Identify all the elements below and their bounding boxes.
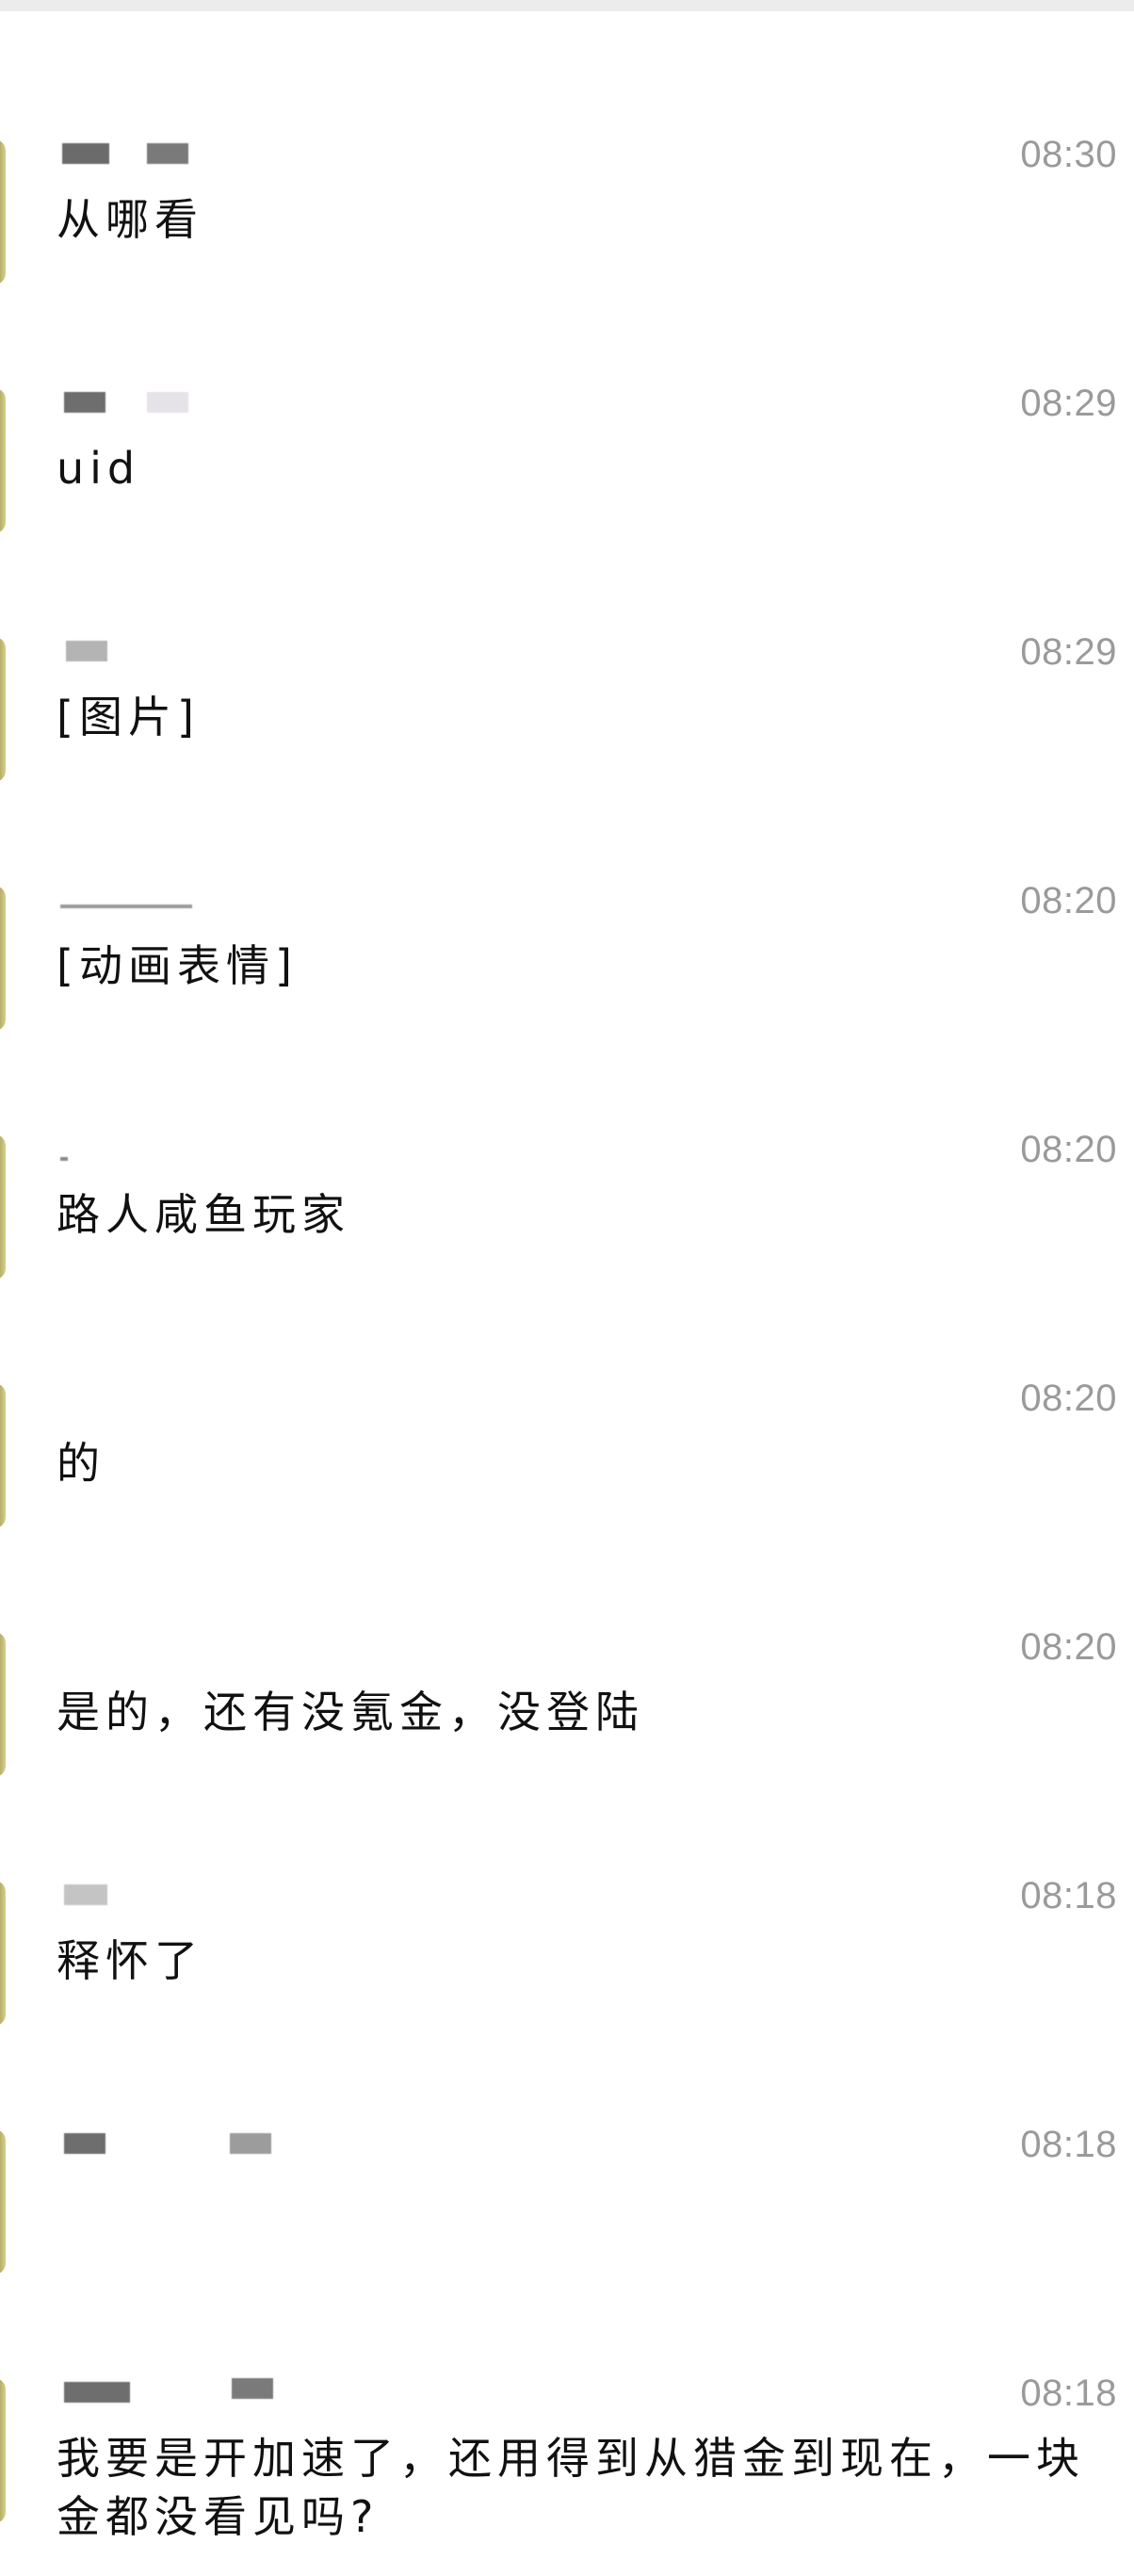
chat-item[interactable]: 08:20 路人咸鱼玩家 [0, 1006, 1134, 1280]
message-time: 08:18 [1020, 2372, 1117, 2414]
message-preview: [图片] [57, 692, 200, 742]
message-time: 08:20 [1020, 1626, 1117, 1668]
message-preview: [动画表情] [57, 940, 298, 991]
chat-item[interactable]: 08:29 uid [0, 260, 1134, 533]
sender-name-redacted [57, 1636, 226, 1658]
chat-item[interactable]: 08:30 从哪看 [0, 11, 1134, 285]
message-preview: 从哪看 [57, 194, 203, 245]
message-time: 08:18 [1020, 2124, 1117, 2165]
message-preview: 路人咸鱼玩家 [57, 1189, 350, 1240]
sender-name-redacted [57, 143, 226, 166]
message-preview: 的 [57, 1438, 105, 1489]
sender-name-redacted [57, 2378, 273, 2405]
message-time: 08:30 [1020, 134, 1117, 175]
message-preview: 释怀了 [57, 1935, 203, 1986]
message-preview: 是的，还有没氪金，没登陆 [57, 1687, 644, 1737]
message-time: 08:29 [1020, 383, 1117, 424]
message-time: 08:20 [1020, 1378, 1117, 1419]
chat-item[interactable]: 08:20 的 [0, 1255, 1134, 1528]
sender-name-redacted [57, 1387, 226, 1410]
chat-item[interactable]: 08:20 是的，还有没氪金，没登陆 [0, 1504, 1134, 1777]
sender-name-redacted [57, 1138, 226, 1161]
top-divider-bar [0, 0, 1134, 11]
chat-item[interactable]: 08:29 [图片] [0, 509, 1134, 782]
chat-item[interactable]: 08:18 我要是开加速了，还用得到从猎金到现在，一块金都没看见吗? [0, 2250, 1134, 2576]
sender-name-redacted [57, 889, 226, 912]
sender-name-redacted [57, 1884, 226, 1907]
sender-name-redacted [57, 392, 226, 415]
message-time: 08:20 [1020, 1129, 1117, 1170]
sender-name-redacted [57, 641, 226, 663]
message-time: 08:29 [1020, 631, 1117, 673]
message-time: 08:20 [1020, 880, 1117, 921]
chat-item[interactable]: 08:18 释怀了 [0, 1753, 1134, 2026]
chat-item[interactable]: 08:20 [动画表情] [0, 758, 1134, 1031]
message-preview: 我要是开加速了，还用得到从猎金到现在，一块金都没看见吗? [57, 2433, 1085, 2542]
message-preview: uid [57, 443, 141, 494]
chat-item[interactable]: 08:18 [0, 2001, 1134, 2274]
avatar [0, 2378, 6, 2523]
message-time: 08:18 [1020, 1875, 1117, 1916]
sender-name-redacted [57, 2133, 271, 2156]
